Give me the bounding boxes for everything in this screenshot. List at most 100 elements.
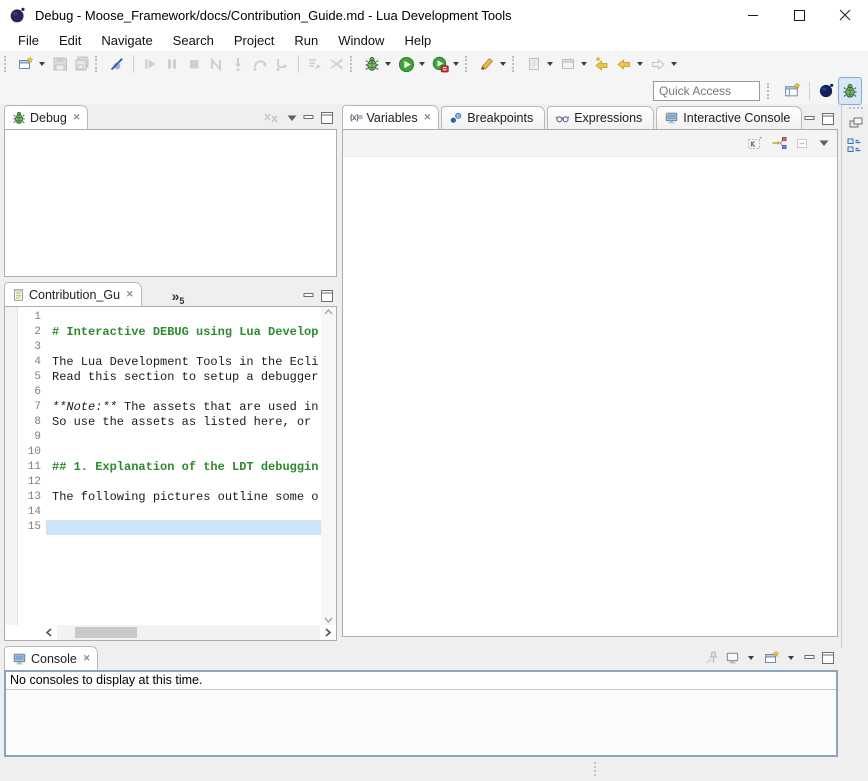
toolbar-grip[interactable]	[465, 56, 472, 72]
save-icon[interactable]	[49, 53, 71, 75]
menu-project[interactable]: Project	[224, 31, 284, 51]
suspend-icon[interactable]	[161, 53, 183, 75]
quick-access-input[interactable]	[653, 81, 760, 101]
show-logical-structure-icon[interactable]	[771, 135, 787, 151]
debug-dropdown-icon[interactable]	[385, 62, 391, 66]
tab-expressions[interactable]: Expressions	[547, 106, 654, 129]
strip-drag-handle[interactable]	[849, 107, 863, 109]
display-console-dropdown-icon[interactable]	[748, 656, 754, 660]
scroll-down-icon[interactable]	[324, 617, 333, 623]
close-icon[interactable]: ✕	[83, 653, 91, 664]
close-icon[interactable]: ✕	[126, 289, 134, 300]
open-perspective-icon[interactable]	[781, 78, 804, 104]
vertical-scrollbar[interactable]	[321, 307, 336, 625]
tab-interactive-console[interactable]: Interactive Console	[656, 106, 802, 129]
menu-search[interactable]: Search	[163, 31, 224, 51]
close-icon[interactable]: ✕	[424, 112, 432, 123]
window-maximize-icon[interactable]	[776, 0, 822, 30]
maximize-view-icon[interactable]	[822, 113, 834, 125]
minimize-view-icon[interactable]	[804, 653, 816, 664]
forward-dropdown-icon[interactable]	[671, 62, 677, 66]
disconnect-icon[interactable]	[205, 53, 227, 75]
menu-run[interactable]: Run	[284, 31, 328, 51]
toolbar-grip[interactable]	[4, 56, 11, 72]
hidden-editors-chevron[interactable]: »5	[172, 290, 185, 306]
scroll-up-icon[interactable]	[324, 309, 333, 315]
close-icon[interactable]: ✕	[73, 112, 81, 123]
restore-view-icon[interactable]	[848, 116, 864, 130]
toolbar-grip[interactable]	[350, 56, 357, 72]
collapse-all-icon[interactable]	[795, 135, 811, 151]
run-with-coverage-icon[interactable]	[429, 53, 451, 75]
minimize-view-icon[interactable]	[804, 114, 816, 125]
step-return-icon[interactable]	[271, 53, 293, 75]
menubar: File Edit Navigate Search Project Run Wi…	[0, 30, 868, 51]
debug-view-content[interactable]	[4, 129, 337, 277]
menu-file[interactable]: File	[8, 31, 49, 51]
menu-edit[interactable]: Edit	[49, 31, 91, 51]
status-drag-handle[interactable]	[594, 762, 596, 776]
maximize-view-icon[interactable]	[321, 112, 333, 124]
use-step-filters-icon[interactable]	[304, 53, 326, 75]
edit-step-filters-icon[interactable]	[326, 53, 348, 75]
step-over-icon[interactable]	[249, 53, 271, 75]
run-dropdown-icon[interactable]	[419, 62, 425, 66]
new-wizard-dropdown-icon[interactable]	[39, 62, 45, 66]
maximize-view-icon[interactable]	[321, 290, 333, 302]
editor-text-area[interactable]: 1 2# Interactive DEBUG using Lua Develop…	[18, 307, 321, 625]
tab-console[interactable]: Console ✕	[4, 646, 98, 670]
toolbar-grip[interactable]	[512, 56, 519, 72]
scroll-right-icon[interactable]	[320, 625, 336, 640]
tab-breakpoints[interactable]: Breakpoints	[441, 106, 545, 129]
horizontal-scrollbar[interactable]	[5, 625, 336, 640]
window-minimize-icon[interactable]	[730, 0, 776, 30]
new-document-icon[interactable]	[523, 53, 545, 75]
lua-perspective-icon[interactable]	[815, 78, 838, 104]
variables-toolbar	[343, 130, 837, 157]
remove-all-terminated-icon[interactable]	[263, 111, 281, 125]
skip-all-breakpoints-icon[interactable]	[106, 53, 128, 75]
new-document-dropdown-icon[interactable]	[547, 62, 553, 66]
debug-perspective-icon[interactable]	[838, 77, 862, 105]
pin-console-icon[interactable]	[703, 650, 719, 666]
terminate-icon[interactable]	[183, 53, 205, 75]
debug-icon[interactable]	[361, 53, 383, 75]
scrollbar-thumb[interactable]	[75, 627, 137, 638]
display-selected-console-icon[interactable]	[725, 651, 740, 665]
open-element-icon[interactable]	[557, 53, 579, 75]
menu-window[interactable]: Window	[328, 31, 394, 51]
open-console-icon[interactable]	[764, 650, 780, 666]
last-edit-location-icon[interactable]	[591, 53, 613, 75]
new-wizard-icon[interactable]	[15, 53, 37, 75]
run-icon[interactable]	[395, 53, 417, 75]
show-type-names-icon[interactable]	[747, 135, 763, 151]
maximize-view-icon[interactable]	[822, 652, 834, 664]
forward-icon[interactable]	[647, 53, 669, 75]
run-coverage-dropdown-icon[interactable]	[453, 62, 459, 66]
save-all-icon[interactable]	[71, 53, 93, 75]
tab-contribution-guide[interactable]: Contribution_Gu ✕	[4, 282, 142, 306]
minimize-view-icon[interactable]	[303, 291, 315, 302]
external-tools-dropdown-icon[interactable]	[500, 62, 506, 66]
console-content[interactable]: No consoles to display at this time.	[4, 670, 838, 757]
step-into-icon[interactable]	[227, 53, 249, 75]
view-menu-icon[interactable]	[287, 114, 297, 122]
editor-body: 1 2# Interactive DEBUG using Lua Develop…	[4, 306, 337, 641]
external-tools-icon[interactable]	[476, 53, 498, 75]
menu-help[interactable]: Help	[394, 31, 441, 51]
scroll-left-icon[interactable]	[41, 625, 57, 640]
back-dropdown-icon[interactable]	[637, 62, 643, 66]
resume-icon[interactable]	[139, 53, 161, 75]
toolbar-grip[interactable]	[95, 56, 102, 72]
back-icon[interactable]	[613, 53, 635, 75]
tab-variables[interactable]: (x)= Variables ✕	[342, 105, 439, 129]
window-close-icon[interactable]	[822, 0, 868, 30]
view-menu-icon[interactable]	[819, 139, 829, 147]
menu-navigate[interactable]: Navigate	[91, 31, 162, 51]
minimize-view-icon[interactable]	[303, 113, 315, 124]
open-element-dropdown-icon[interactable]	[581, 62, 587, 66]
tab-debug[interactable]: Debug ✕	[4, 105, 88, 129]
outline-view-icon[interactable]	[847, 137, 864, 154]
open-console-dropdown-icon[interactable]	[788, 656, 794, 660]
toolbar-grip[interactable]	[767, 83, 774, 99]
